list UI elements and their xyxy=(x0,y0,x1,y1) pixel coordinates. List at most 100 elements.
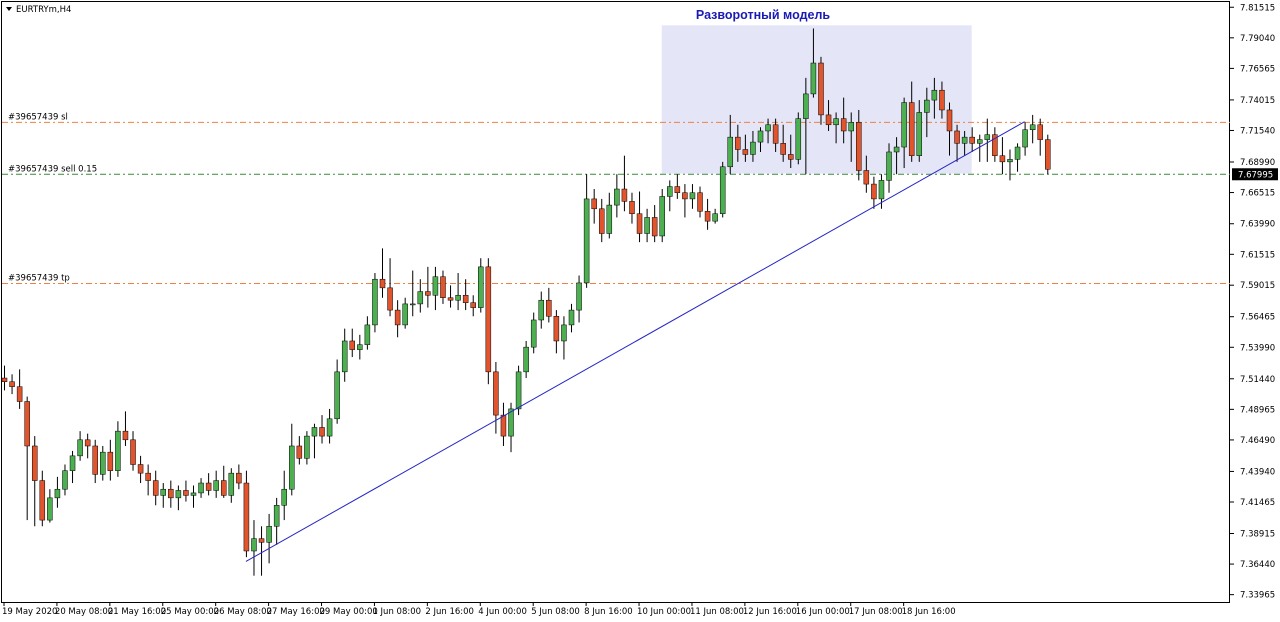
candle-body xyxy=(349,340,356,350)
x-tick-label: 1 Jun 08:00 xyxy=(372,607,421,617)
candle-body xyxy=(152,480,159,496)
candle-body xyxy=(538,299,545,321)
y-tick-label: 7.33965 xyxy=(1240,591,1275,601)
candle-body xyxy=(220,480,227,496)
candle-body xyxy=(92,445,98,475)
candle-body xyxy=(704,211,711,222)
candle-body xyxy=(1022,129,1028,148)
candle-body xyxy=(931,89,938,101)
candle-body xyxy=(727,136,734,168)
candle-body xyxy=(447,297,454,301)
x-tick-label: 10 Jun 00:00 xyxy=(637,607,691,617)
candle-body xyxy=(31,445,38,481)
candle-body xyxy=(946,109,953,132)
x-tick-label: 18 Jun 16:00 xyxy=(902,607,956,617)
candle-body xyxy=(273,505,280,527)
reversal-zone xyxy=(661,25,972,174)
candle-body xyxy=(9,381,15,387)
candle-body xyxy=(47,497,53,521)
y-tick-label: 7.59015 xyxy=(1240,281,1275,291)
candle-body xyxy=(659,196,665,237)
candle-body xyxy=(772,124,779,144)
candle-body xyxy=(236,472,242,484)
candle-body xyxy=(848,122,854,132)
x-tick-label: 8 Jun 16:00 xyxy=(584,607,633,617)
candle-body xyxy=(1,377,8,382)
candle-body xyxy=(856,122,862,171)
candle-body xyxy=(840,118,847,132)
candle-body xyxy=(644,217,650,234)
candle-body xyxy=(878,180,885,200)
candle-body xyxy=(326,418,333,437)
x-tick-label: 5 Jun 08:00 xyxy=(531,607,580,617)
candle-body xyxy=(100,451,106,475)
candle-body xyxy=(281,488,287,506)
candle-body xyxy=(62,470,68,490)
order-level-label: #39657439 sl xyxy=(8,112,68,122)
y-tick-label: 7.81515 xyxy=(1240,3,1275,13)
candle-body xyxy=(478,266,484,308)
y-tick-label: 7.61515 xyxy=(1240,250,1275,260)
candle-body xyxy=(614,188,620,206)
x-tick-label: 2 Jun 16:00 xyxy=(425,607,474,617)
candle-body xyxy=(735,136,741,150)
x-tick-label: 4 Jun 00:00 xyxy=(478,607,527,617)
candle-body xyxy=(810,62,817,95)
order-level-label: #39657439 sell 0.15 xyxy=(8,164,97,174)
candle-body xyxy=(319,427,325,437)
candle-body xyxy=(311,427,318,437)
candle-body xyxy=(500,414,507,437)
candle-body xyxy=(871,183,877,200)
candle-body xyxy=(969,136,975,144)
chart-window: #39657439 sl #39657439 sell 0.15 #39657439… xyxy=(0,0,1280,622)
x-tick-label: 21 May 16:00 xyxy=(108,607,166,617)
candle-body xyxy=(175,490,182,499)
candle-body xyxy=(409,303,416,306)
candle-body xyxy=(576,282,582,311)
candle-body xyxy=(833,118,839,126)
candle-body xyxy=(122,430,129,441)
candle-body xyxy=(523,346,529,373)
plot-frame xyxy=(1,1,1230,603)
candle-body xyxy=(432,276,439,296)
candle-body xyxy=(1045,139,1051,170)
candle-body xyxy=(954,130,960,144)
x-tick-label: 12 Jun 16:00 xyxy=(743,607,797,617)
candle-body xyxy=(485,266,492,373)
candle-body xyxy=(583,198,590,284)
chart-canvas[interactable]: #39657439 sl #39657439 sell 0.15 #39657439… xyxy=(0,0,1280,622)
candle-body xyxy=(689,192,696,200)
candle-body xyxy=(651,217,658,237)
candle-body xyxy=(39,480,46,521)
candle-body xyxy=(334,371,340,420)
candle-body xyxy=(145,472,151,481)
x-tick-label: 26 May 08:00 xyxy=(214,607,272,617)
x-tick-label: 17 Jun 08:00 xyxy=(849,607,903,617)
candle-body xyxy=(757,130,764,143)
candle-body xyxy=(296,445,303,459)
candle-body xyxy=(160,488,167,496)
candle-body xyxy=(606,204,613,234)
x-tick-label: 19 May 2020 xyxy=(2,607,57,617)
candle-body xyxy=(999,155,1006,163)
x-tick-label: 20 May 08:00 xyxy=(55,607,113,617)
y-tick-label: 7.46490 xyxy=(1240,436,1275,446)
candle-body xyxy=(530,319,537,348)
candle-body xyxy=(470,302,476,308)
candle-body xyxy=(682,192,688,200)
candle-body xyxy=(289,445,295,490)
chart-title: Разворотный модель xyxy=(696,8,830,22)
y-tick-label: 7.43940 xyxy=(1240,467,1275,477)
candle-body xyxy=(462,295,469,303)
candle-body xyxy=(893,146,900,153)
candle-body xyxy=(629,201,635,214)
candle-body xyxy=(228,472,235,496)
x-tick-label: 11 Jun 08:00 xyxy=(690,607,744,617)
y-tick-label: 7.66515 xyxy=(1240,189,1275,199)
current-price-label: 7.67995 xyxy=(1238,170,1273,180)
candle-body xyxy=(258,538,265,543)
candle-body xyxy=(379,278,386,289)
y-tick-label: 7.41465 xyxy=(1240,498,1275,508)
candle-body xyxy=(825,114,832,126)
candle-body xyxy=(24,401,30,447)
